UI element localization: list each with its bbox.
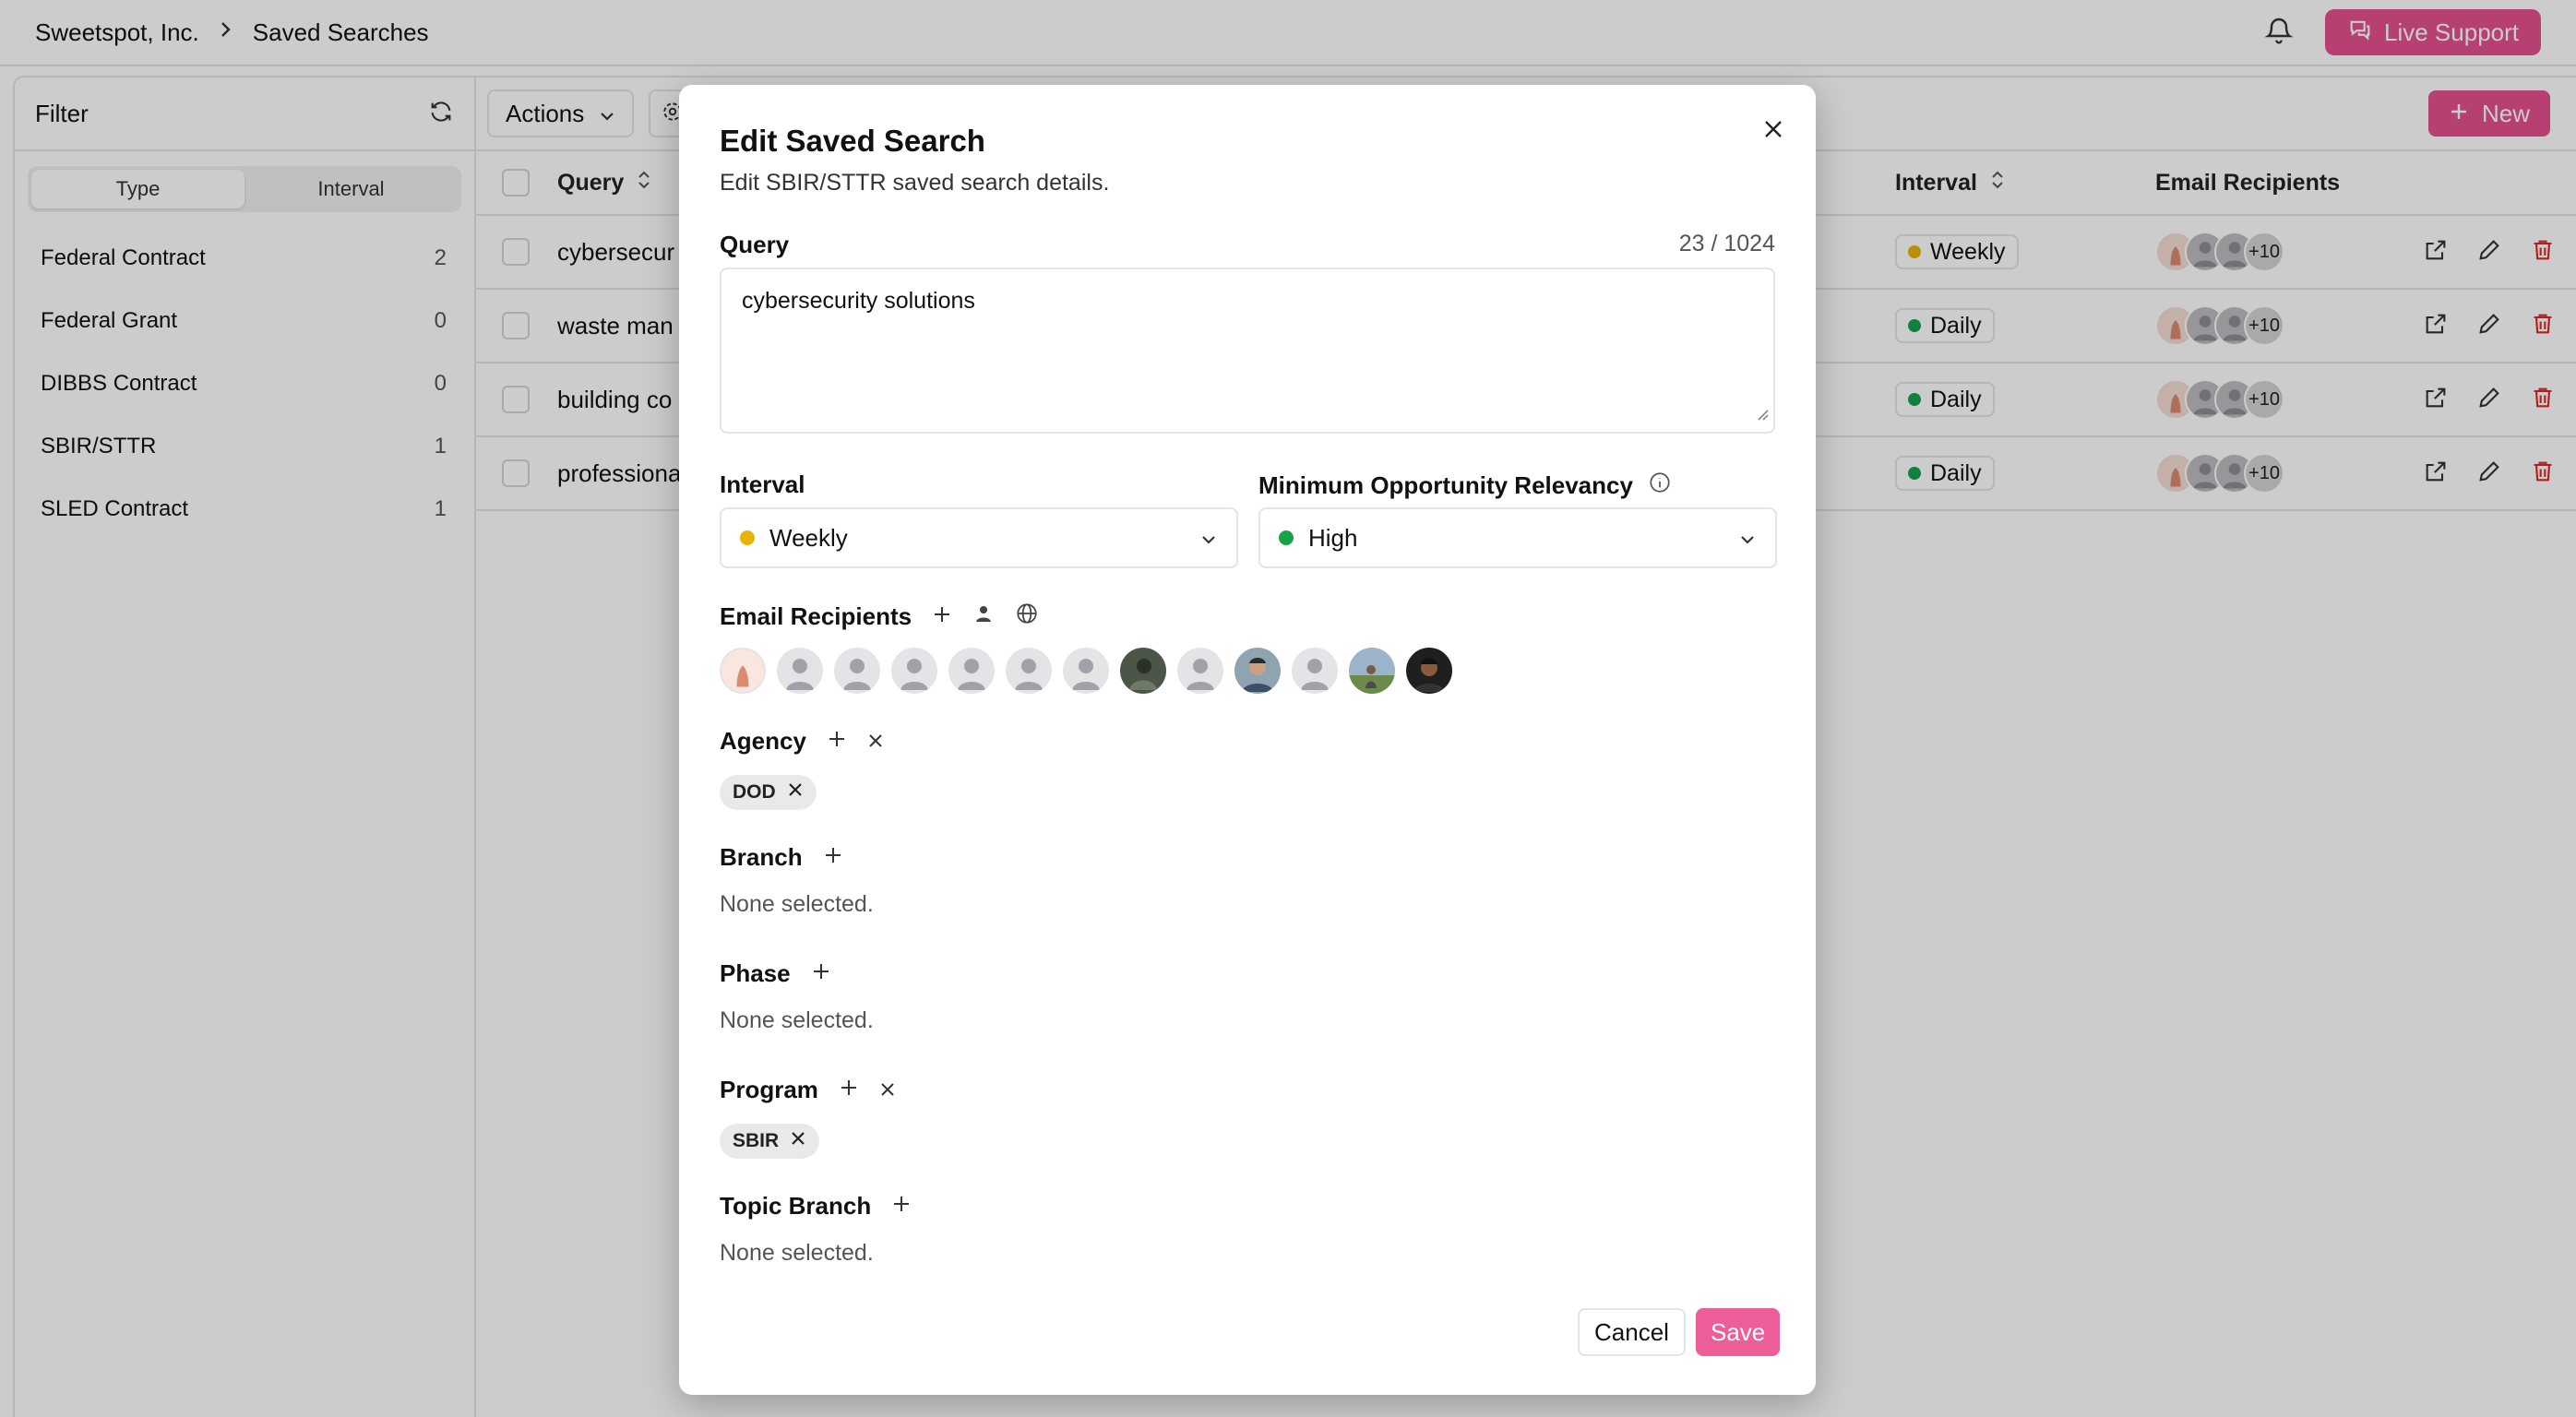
cancel-button[interactable]: Cancel xyxy=(1578,1308,1686,1356)
relevancy-select[interactable]: High xyxy=(1258,507,1777,568)
query-textarea[interactable]: cybersecurity solutions xyxy=(720,268,1775,434)
agency-field-label: Agency xyxy=(720,727,884,756)
topic-branch-field-label: Topic Branch xyxy=(720,1192,912,1221)
avatar[interactable] xyxy=(948,648,995,694)
avatar[interactable] xyxy=(1349,648,1395,694)
avatar[interactable] xyxy=(1234,648,1281,694)
query-label-text: Query xyxy=(720,231,790,258)
app-root: Sweetspot, Inc. Saved Searches Live Supp… xyxy=(0,0,2576,1417)
recipients-label-text: Email Recipients xyxy=(720,602,912,630)
branch-field-label: Branch xyxy=(720,843,843,872)
chevron-down-icon xyxy=(1199,524,1218,553)
program-chip-label: SBIR xyxy=(733,1130,780,1151)
topic-branch-label-text: Topic Branch xyxy=(720,1192,872,1220)
branch-empty-text: None selected. xyxy=(720,891,874,917)
query-char-counter: 23 / 1024 xyxy=(1678,231,1775,256)
interval-label-text: Interval xyxy=(720,470,805,498)
avatar[interactable] xyxy=(720,648,766,694)
phase-empty-text: None selected. xyxy=(720,1007,874,1033)
add-recipient-plus-icon[interactable] xyxy=(932,602,952,631)
user-icon[interactable] xyxy=(972,602,995,631)
phase-field-label: Phase xyxy=(720,959,831,988)
program-label-text: Program xyxy=(720,1076,818,1103)
interval-select-value: Weekly xyxy=(769,523,848,552)
interval-field-label: Interval xyxy=(720,470,805,499)
info-icon[interactable] xyxy=(1648,470,1672,501)
dialog-title: Edit Saved Search xyxy=(720,124,985,158)
program-field-label: Program xyxy=(720,1076,896,1104)
chevron-down-icon xyxy=(1738,524,1757,553)
avatar[interactable] xyxy=(834,648,880,694)
dialog-description: Edit SBIR/STTR saved search details. xyxy=(720,170,1110,196)
avatar[interactable] xyxy=(1063,648,1109,694)
agency-label-text: Agency xyxy=(720,727,806,755)
phase-label-text: Phase xyxy=(720,959,791,987)
remove-chip-x-icon[interactable] xyxy=(790,1130,806,1152)
edit-saved-search-dialog: Edit Saved Search Edit SBIR/STTR saved s… xyxy=(679,85,1816,1395)
interval-select[interactable]: Weekly xyxy=(720,507,1238,568)
query-text: cybersecurity solutions xyxy=(742,288,975,314)
add-agency-plus-icon[interactable] xyxy=(827,727,847,756)
add-program-plus-icon[interactable] xyxy=(839,1076,859,1104)
avatar[interactable] xyxy=(1177,648,1223,694)
clear-agency-x-icon[interactable] xyxy=(867,727,884,756)
avatar[interactable] xyxy=(1292,648,1338,694)
save-button[interactable]: Save xyxy=(1696,1308,1781,1356)
agency-chip: DOD xyxy=(720,775,817,810)
resize-handle-icon[interactable] xyxy=(1755,401,1770,428)
weekly-dot xyxy=(740,530,755,545)
globe-icon[interactable] xyxy=(1015,601,1039,632)
branch-label-text: Branch xyxy=(720,843,803,871)
add-branch-plus-icon[interactable] xyxy=(823,843,843,872)
relevancy-select-value: High xyxy=(1308,523,1358,552)
avatar[interactable] xyxy=(891,648,937,694)
avatar[interactable] xyxy=(1006,648,1052,694)
close-icon[interactable] xyxy=(1757,113,1790,146)
high-dot xyxy=(1279,530,1294,545)
avatar[interactable] xyxy=(1406,648,1452,694)
program-chip: SBIR xyxy=(720,1124,820,1159)
relevancy-field-label: Minimum Opportunity Relevancy xyxy=(1258,470,1672,501)
recipients-field-label: Email Recipients xyxy=(720,601,1039,632)
clear-program-x-icon[interactable] xyxy=(879,1076,896,1104)
recipient-avatar-list xyxy=(720,648,1452,694)
avatar[interactable] xyxy=(1120,648,1166,694)
add-phase-plus-icon[interactable] xyxy=(811,959,831,988)
avatar[interactable] xyxy=(777,648,823,694)
add-topic-branch-plus-icon[interactable] xyxy=(891,1192,912,1221)
remove-chip-x-icon[interactable] xyxy=(787,781,804,804)
query-label: Query xyxy=(720,231,789,259)
agency-chip-label: DOD xyxy=(733,781,776,803)
relevancy-label-text: Minimum Opportunity Relevancy xyxy=(1258,471,1633,499)
topic-branch-empty-text: None selected. xyxy=(720,1240,874,1266)
